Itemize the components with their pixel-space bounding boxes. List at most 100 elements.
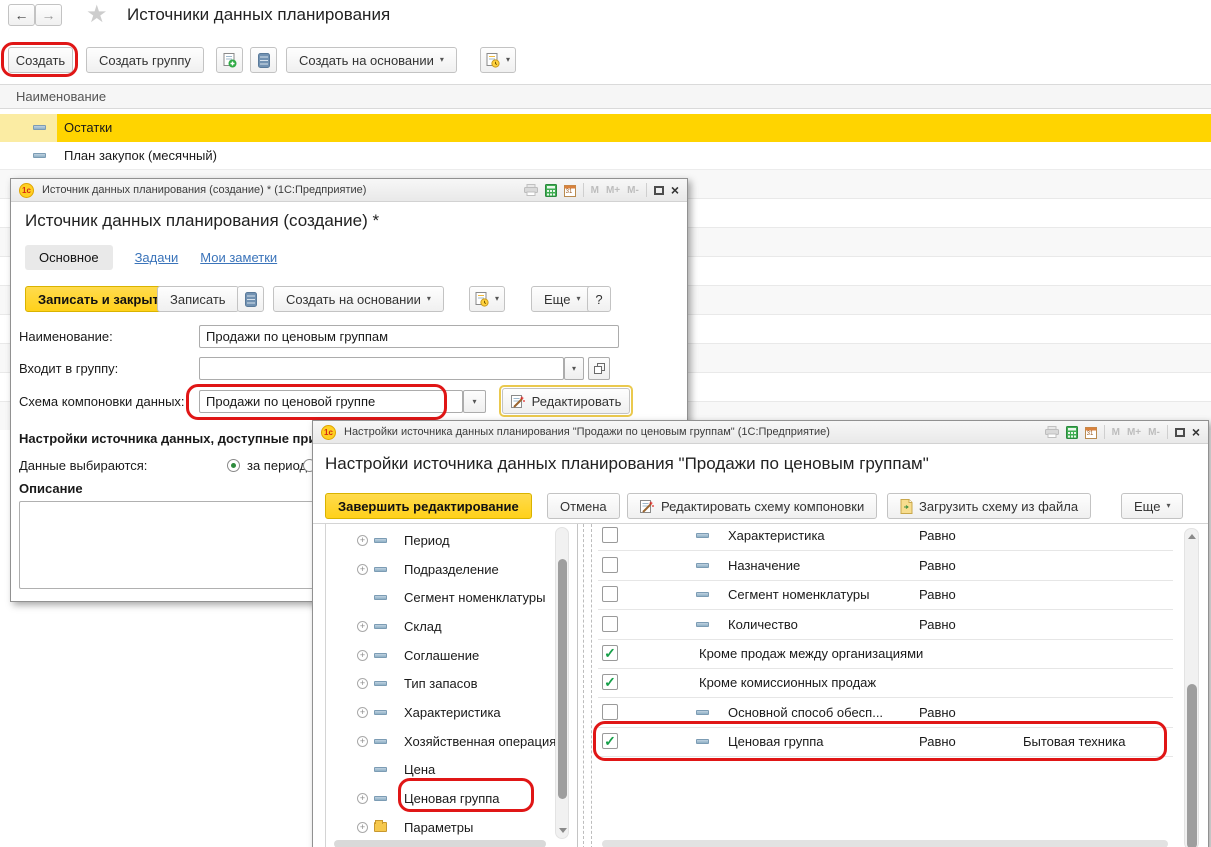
group-input[interactable] (199, 357, 564, 380)
checkbox[interactable] (602, 616, 618, 632)
condition-row[interactable]: ✓ Ценовая группа Равно Бытовая техника (598, 727, 1173, 757)
memory-mplus-button[interactable]: M+ (1127, 427, 1141, 438)
panel-splitter[interactable] (583, 524, 584, 847)
condition-row[interactable]: Сегмент номенклатуры Равно (598, 580, 1173, 610)
maximize-icon[interactable] (654, 186, 664, 195)
tab-my-notes[interactable]: Мои заметки (200, 250, 277, 265)
tree-horizontal-scrollbar[interactable] (334, 840, 546, 847)
nav-forward-button[interactable]: → (35, 4, 62, 26)
create-based-on-button[interactable]: Создать на основании ▾ (286, 47, 457, 73)
condition-row[interactable]: Основной способ обесп... Равно (598, 698, 1173, 728)
list-stack-icon-button[interactable] (250, 47, 277, 73)
table-row[interactable]: План закупок (месячный) (0, 142, 1211, 170)
condition-row[interactable]: Характеристика Равно (598, 521, 1173, 551)
checkbox[interactable] (602, 527, 618, 543)
calculator-icon[interactable] (1066, 426, 1078, 439)
favorite-star-icon[interactable]: ★ (86, 0, 108, 29)
create-new-icon-button[interactable] (216, 47, 243, 73)
tree-item-sklad[interactable]: +Склад (326, 612, 577, 640)
tree-item-period[interactable]: +Период (326, 526, 577, 554)
report-dropdown-button[interactable]: ▾ (469, 286, 505, 312)
create-based-on-button[interactable]: Создать на основании ▾ (273, 286, 444, 312)
expand-icon[interactable]: + (357, 564, 368, 575)
table-row[interactable]: Остатки (0, 114, 1211, 142)
memory-mminus-button[interactable]: M- (627, 185, 639, 196)
help-button[interactable]: ? (587, 286, 611, 312)
edit-schema-button[interactable]: Редактировать (502, 388, 630, 414)
more-button[interactable]: Еще ▾ (531, 286, 593, 312)
tree-item-cenovaya-gruppa[interactable]: +Ценовая группа (326, 784, 577, 812)
expand-icon[interactable]: + (357, 535, 368, 546)
condition-row[interactable]: ✓ Кроме продаж между организациями (598, 639, 1173, 669)
tree-item-harakteristika[interactable]: +Характеристика (326, 698, 577, 726)
memory-mminus-button[interactable]: M- (1148, 427, 1160, 438)
tree-item-podrazdelenie[interactable]: +Подразделение (326, 555, 577, 583)
condition-row[interactable]: Назначение Равно (598, 551, 1173, 581)
expand-icon[interactable]: + (357, 678, 368, 689)
expand-icon[interactable]: + (357, 793, 368, 804)
expand-icon[interactable]: + (357, 822, 368, 833)
conditions-scrollbar-thumb[interactable] (1187, 684, 1197, 847)
window1-titlebar[interactable]: 1с Источник данных планирования (создани… (11, 179, 687, 202)
checkbox[interactable]: ✓ (602, 674, 618, 690)
more-button[interactable]: Еще ▾ (1121, 493, 1183, 519)
scroll-down-icon[interactable] (559, 828, 567, 833)
tree-item-soglashenie[interactable]: +Соглашение (326, 641, 577, 669)
checkbox[interactable]: ✓ (602, 733, 618, 749)
name-input[interactable]: Продажи по ценовым группам (199, 325, 619, 348)
memory-m-button[interactable]: M (591, 185, 599, 196)
group-dropdown-button[interactable]: ▾ (564, 357, 584, 380)
finish-editing-button[interactable]: Завершить редактирование (325, 493, 532, 519)
create-button[interactable]: Создать (8, 47, 73, 73)
radio-for-period[interactable] (227, 459, 240, 472)
window2-titlebar[interactable]: 1с Настройки источника данных планирован… (313, 421, 1208, 444)
maximize-icon[interactable] (1175, 428, 1185, 437)
condition-row[interactable]: Количество Равно (598, 610, 1173, 640)
schema-dropdown-button[interactable]: ▾ (463, 390, 486, 413)
tab-main[interactable]: Основное (25, 245, 113, 270)
tree-vertical-scrollbar[interactable] (555, 527, 569, 839)
checkbox[interactable] (602, 586, 618, 602)
close-icon[interactable]: × (671, 183, 679, 197)
scroll-up-icon[interactable] (1188, 534, 1196, 539)
memory-mplus-button[interactable]: M+ (606, 185, 620, 196)
tab-tasks[interactable]: Задачи (135, 250, 179, 265)
tree-item-parametry[interactable]: +Параметры (326, 813, 577, 841)
edit-composition-schema-button[interactable]: Редактировать схему компоновки (627, 493, 877, 519)
print-icon[interactable] (524, 184, 538, 196)
expand-icon[interactable]: + (357, 707, 368, 718)
calendar-icon[interactable]: 31 (1085, 426, 1097, 439)
condition-row[interactable]: ✓ Кроме комиссионных продаж (598, 668, 1173, 698)
expand-icon[interactable]: + (357, 736, 368, 747)
conditions-vertical-scrollbar[interactable] (1184, 528, 1199, 847)
tree-scrollbar-thumb[interactable] (558, 559, 567, 799)
report-dropdown-button[interactable]: ▾ (480, 47, 516, 73)
tree-item-segment[interactable]: Сегмент номенклатуры (326, 583, 577, 611)
tree-item-tip-zapasov[interactable]: +Тип запасов (326, 669, 577, 697)
checkbox[interactable]: ✓ (602, 645, 618, 661)
cancel-button[interactable]: Отмена (547, 493, 620, 519)
print-icon[interactable] (1045, 426, 1059, 438)
panel-splitter[interactable] (591, 524, 592, 847)
expand-icon[interactable]: + (357, 650, 368, 661)
tree-item-cena[interactable]: Цена (326, 755, 577, 783)
column-header-name[interactable]: Наименование (16, 89, 106, 104)
create-group-button[interactable]: Создать группу (86, 47, 204, 73)
memory-m-button[interactable]: M (1112, 427, 1120, 438)
schema-input[interactable]: Продажи по ценовой группе (199, 390, 463, 413)
list-stack-icon-button[interactable] (237, 286, 264, 312)
group-open-button[interactable] (588, 357, 610, 380)
conditions-horizontal-scrollbar[interactable] (602, 840, 1168, 847)
save-button[interactable]: Записать (157, 286, 239, 312)
load-schema-button[interactable]: Загрузить схему из файла (887, 493, 1091, 519)
tree-item-hoz-operaciya[interactable]: +Хозяйственная операция (326, 727, 577, 755)
calendar-icon[interactable]: 31 (564, 184, 576, 197)
nav-back-button[interactable]: ← (8, 4, 35, 26)
checkbox[interactable] (602, 704, 618, 720)
checkbox[interactable] (602, 557, 618, 573)
expand-icon[interactable]: + (357, 621, 368, 632)
load-schema-label: Загрузить схему из файла (919, 499, 1078, 514)
calculator-icon[interactable] (545, 184, 557, 197)
close-icon[interactable]: × (1192, 425, 1200, 439)
more-label: Еще (544, 292, 570, 307)
